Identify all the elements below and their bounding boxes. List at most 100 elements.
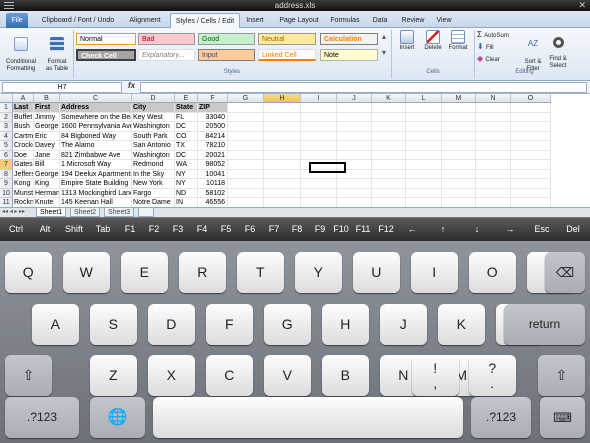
clear-button[interactable]: ◆ Clear	[477, 55, 519, 64]
table-cell[interactable]: ND	[175, 188, 198, 198]
empty-cell[interactable]	[442, 150, 476, 160]
column-header-l[interactable]: L	[406, 94, 442, 103]
table-cell[interactable]: Crockett	[13, 141, 34, 151]
row-header-2[interactable]: 2	[0, 112, 13, 122]
styles-scroll-up-icon[interactable]: ▴	[380, 33, 388, 41]
empty-cell[interactable]	[406, 141, 442, 151]
empty-cell[interactable]	[442, 122, 476, 132]
empty-cell[interactable]	[337, 103, 372, 113]
table-cell[interactable]: NY	[175, 179, 198, 189]
empty-cell[interactable]	[264, 179, 301, 189]
table-cell[interactable]: 58102	[198, 188, 228, 198]
empty-cell[interactable]	[228, 131, 264, 141]
empty-cell[interactable]	[476, 179, 511, 189]
sort-filter-button[interactable]: AZ Sort & Filter	[521, 30, 545, 73]
style-good[interactable]: Good	[198, 33, 255, 45]
column-header-h[interactable]: H	[264, 94, 301, 103]
column-header-i[interactable]: I	[301, 94, 337, 103]
table-cell[interactable]: Key West	[132, 112, 175, 122]
column-header-m[interactable]: M	[442, 94, 476, 103]
empty-cell[interactable]	[442, 103, 476, 113]
row-header-8[interactable]: 8	[0, 169, 13, 179]
empty-cell[interactable]	[337, 179, 372, 189]
empty-cell[interactable]	[511, 131, 551, 141]
table-cell[interactable]: George	[34, 122, 60, 132]
empty-cell[interactable]	[264, 122, 301, 132]
down-arrow-icon[interactable]: ↓	[462, 221, 492, 238]
empty-cell[interactable]	[264, 112, 301, 122]
key-v[interactable]: V	[264, 355, 311, 396]
style-linked-cell[interactable]: Linked Cell	[258, 49, 316, 61]
empty-cell[interactable]	[406, 103, 442, 113]
empty-cell[interactable]	[228, 122, 264, 132]
empty-cell[interactable]	[442, 169, 476, 179]
table-cell[interactable]: FL	[175, 112, 198, 122]
key-x[interactable]: X	[148, 355, 195, 396]
table-cell[interactable]: Redmond	[132, 160, 175, 170]
find-select-button[interactable]: Find & Select	[546, 30, 570, 70]
spreadsheet-grid[interactable]: A B C D E F G H I J K L M N O 1 2 3 4 5 6 7 8 9 10 11 Last First Add…	[0, 94, 590, 208]
empty-cell[interactable]	[442, 112, 476, 122]
column-header-o[interactable]: O	[511, 94, 551, 103]
column-header-e[interactable]: E	[175, 94, 198, 103]
empty-cell[interactable]	[372, 160, 406, 170]
table-cell[interactable]: 10118	[198, 179, 228, 189]
menu-icon[interactable]	[4, 2, 14, 9]
empty-cell[interactable]	[372, 169, 406, 179]
fill-button[interactable]: ⬇ Fill	[477, 43, 519, 52]
row-header-7[interactable]: 7	[0, 160, 13, 170]
esc-key[interactable]: Esc	[528, 221, 556, 238]
empty-cell[interactable]	[476, 150, 511, 160]
empty-cell[interactable]	[511, 160, 551, 170]
tab-page-layout[interactable]: Page Layout	[274, 13, 324, 28]
column-title-last[interactable]: Last	[13, 103, 34, 113]
hide-keyboard-icon[interactable]: ⌨	[540, 397, 585, 438]
tab-formulas[interactable]: Formulas	[328, 13, 362, 28]
empty-cell[interactable]	[337, 150, 372, 160]
empty-cell[interactable]	[228, 103, 264, 113]
row-header-1[interactable]: 1	[0, 103, 13, 113]
table-cell[interactable]: Somewhere on the Beach	[60, 112, 132, 122]
empty-cell[interactable]	[476, 103, 511, 113]
key-a[interactable]: A	[32, 304, 79, 345]
key-k[interactable]: K	[438, 304, 485, 345]
empty-cell[interactable]	[301, 103, 337, 113]
empty-cell[interactable]	[372, 141, 406, 151]
formula-input[interactable]	[140, 82, 587, 93]
f3-key[interactable]: F3	[167, 221, 189, 238]
table-cell[interactable]: Gates	[13, 160, 34, 170]
shift-key-right[interactable]: ⇧	[538, 355, 585, 396]
table-cell[interactable]: Bush	[13, 122, 34, 132]
tab-file[interactable]: File	[6, 13, 28, 28]
styles-scroll-down-icon[interactable]: ▾	[380, 49, 388, 57]
table-cell[interactable]: San Antonio	[132, 141, 175, 151]
new-sheet-icon[interactable]	[138, 208, 154, 217]
empty-cell[interactable]	[264, 169, 301, 179]
table-cell[interactable]: 1600 Pennsylvania Ave	[60, 122, 132, 132]
table-cell[interactable]: Buffet	[13, 112, 34, 122]
empty-cell[interactable]	[511, 103, 551, 113]
empty-cell[interactable]	[301, 131, 337, 141]
f4-key[interactable]: F4	[191, 221, 213, 238]
tab-clipboard[interactable]: Clipboard / Font / Undo	[36, 13, 120, 28]
key-h[interactable]: H	[322, 304, 369, 345]
column-header-j[interactable]: J	[337, 94, 372, 103]
empty-cell[interactable]	[228, 141, 264, 151]
table-cell[interactable]: Jane	[34, 150, 60, 160]
table-cell[interactable]: 1 Microsoft Way	[60, 160, 132, 170]
empty-cell[interactable]	[511, 188, 551, 198]
key-f[interactable]: F	[206, 304, 253, 345]
key-d[interactable]: D	[148, 304, 195, 345]
tab-key[interactable]: Tab	[90, 221, 116, 238]
key-r[interactable]: R	[179, 252, 226, 293]
style-note[interactable]: Note	[320, 49, 378, 61]
tab-insert[interactable]: Insert	[243, 13, 267, 28]
table-cell[interactable]: 84214	[198, 131, 228, 141]
row-header-5[interactable]: 5	[0, 141, 13, 151]
globe-icon[interactable]: 🌐	[90, 397, 145, 438]
empty-cell[interactable]	[476, 169, 511, 179]
table-cell[interactable]: Jefferson	[13, 169, 34, 179]
table-cell[interactable]: 98052	[198, 160, 228, 170]
empty-cell[interactable]	[406, 112, 442, 122]
name-box[interactable]: H7	[2, 82, 122, 93]
